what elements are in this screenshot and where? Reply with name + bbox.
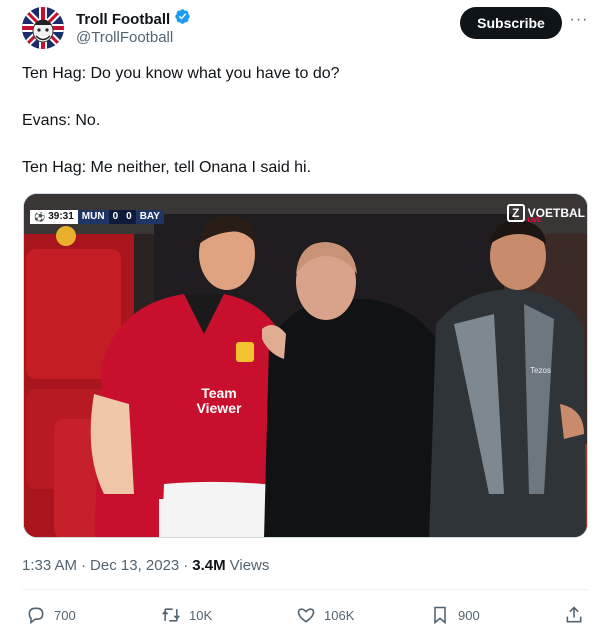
tweet-time[interactable]: 1:33 AM [22, 557, 77, 574]
football-icon: ⚽ [34, 212, 46, 222]
verified-badge-icon [174, 8, 191, 30]
action-bar: 700 10K 106K 900 [0, 603, 612, 627]
reply-button[interactable]: 700 [26, 603, 76, 627]
author-handle[interactable]: @TrollFootball [76, 29, 173, 46]
tweet-photo[interactable]: Team Viewer Tezos ⚽ 39:31 MUN 0 0 BAY Z … [23, 193, 588, 538]
author-display-name[interactable]: Troll Football [76, 11, 170, 28]
heart-icon [297, 608, 315, 623]
tweet-meta: 1:33 AM · Dec 13, 2023 · 3.4M Views [22, 557, 269, 574]
share-button[interactable] [564, 603, 584, 627]
repost-button[interactable]: 10K [161, 603, 212, 627]
tweet-line: Ten Hag: Me neither, tell Onana I said h… [22, 159, 312, 176]
broadcaster-logo: Z VOETBAL [506, 204, 585, 222]
shirt-sponsor-text: Team Viewer [196, 385, 242, 416]
bookmark-count: 900 [458, 607, 480, 623]
home-team: MUN [77, 210, 109, 224]
tweet-text: Ten Hag: Do you know what you have to do… [22, 64, 582, 177]
more-options-icon[interactable]: ··· [569, 10, 589, 30]
share-icon [566, 606, 582, 623]
subscribe-button[interactable]: Subscribe [460, 7, 562, 39]
tweet-card: Troll Football @TrollFootball Subscribe … [0, 0, 612, 640]
bookmark-button[interactable]: 900 [430, 603, 480, 627]
avatar[interactable] [22, 7, 64, 49]
author-name-row: Troll Football [76, 8, 191, 30]
like-button[interactable]: 106K [296, 603, 354, 627]
tweet-line: Ten Hag: Do you know what you have to do… [22, 65, 340, 82]
divider [22, 589, 588, 590]
meta-separator: · [183, 557, 189, 574]
like-count: 106K [324, 607, 355, 623]
views-count[interactable]: 3.4M [192, 557, 225, 574]
away-team: BAY [135, 210, 164, 224]
repost-icon [162, 608, 180, 622]
tweet-date[interactable]: Dec 13, 2023 [90, 557, 179, 574]
match-time: 39:31 [48, 211, 74, 222]
reply-count: 700 [54, 607, 76, 623]
scorebug: ⚽ 39:31 MUN 0 0 BAY [30, 210, 164, 224]
bookmark-icon [434, 606, 446, 625]
meta-separator: · [81, 557, 87, 574]
home-score: 0 [108, 210, 123, 224]
match-clock: ⚽ 39:31 [30, 210, 78, 224]
tweet-line: Evans: No. [22, 112, 101, 129]
broadcaster-letter: Z [506, 204, 525, 222]
views-label: Views [229, 557, 270, 574]
photo-scene [24, 194, 587, 537]
jacket-print-text: Tezos [530, 366, 551, 375]
live-tag: LIVE [527, 218, 541, 224]
reply-icon [28, 607, 44, 625]
away-score: 0 [122, 210, 136, 224]
repost-count: 10K [189, 607, 213, 623]
